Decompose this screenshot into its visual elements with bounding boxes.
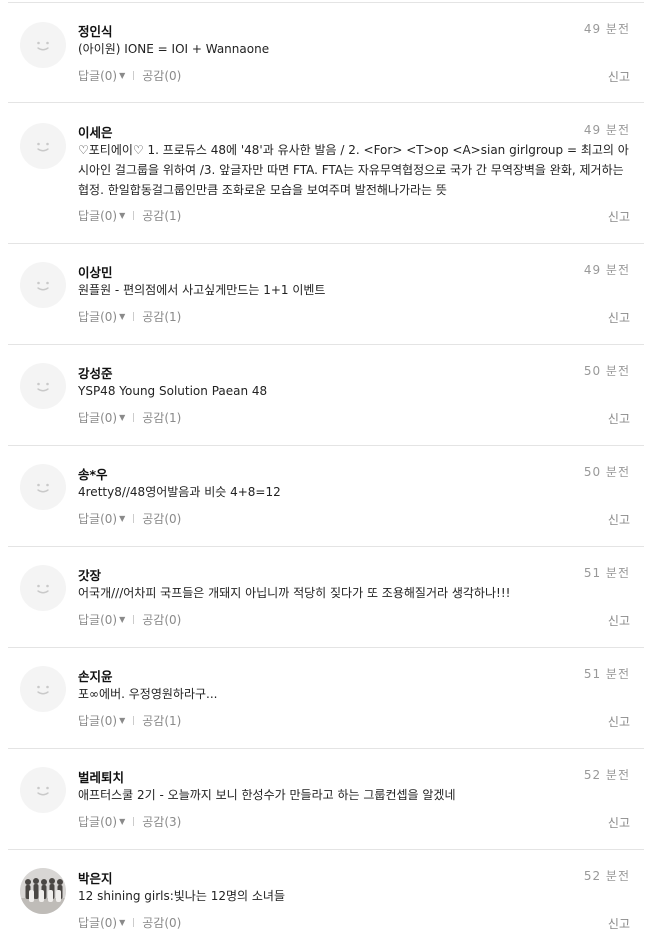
comment-time: 50 분전: [583, 465, 630, 479]
comment-time: 52 분전: [583, 869, 630, 883]
like-button[interactable]: 공감(0): [142, 611, 181, 628]
reply-button[interactable]: 답글(0): [78, 914, 117, 931]
report-button[interactable]: 신고: [608, 713, 630, 730]
comment-text: 12 shining girls:빛나는 12명의 소녀들: [78, 889, 285, 903]
default-face-icon[interactable]: [20, 123, 66, 169]
report-button[interactable]: 신고: [608, 612, 630, 629]
comment-item: 갓장 51 분전 어국개///어차피 국프들은 개돼지 아닙니까 적당히 짖다가…: [8, 547, 644, 647]
report-button[interactable]: 신고: [608, 68, 630, 85]
comment-time: 51 분전: [583, 566, 630, 580]
comment-author[interactable]: 벌레퇴치: [78, 767, 124, 786]
group-photo[interactable]: [20, 868, 66, 914]
default-face-icon[interactable]: [20, 767, 66, 813]
comment-actions: 답글(0) ▼ 공감(0): [78, 67, 181, 84]
caret-down-icon[interactable]: ▼: [119, 615, 125, 624]
separator: [133, 211, 135, 220]
reply-button[interactable]: 답글(0): [78, 611, 117, 628]
comment-text: 4retty8//48영어발음과 비슷 4+8=12: [78, 485, 281, 499]
comment-author[interactable]: 정인식: [78, 21, 113, 40]
caret-down-icon[interactable]: ▼: [119, 716, 125, 725]
comment-actions: 답글(0) ▼ 공감(1): [78, 308, 181, 325]
comment-actions: 답글(0) ▼ 공감(0): [78, 914, 181, 931]
default-face-icon[interactable]: [20, 565, 66, 611]
like-button[interactable]: 공감(3): [142, 813, 181, 830]
caret-down-icon[interactable]: ▼: [119, 817, 125, 826]
default-face-icon[interactable]: [20, 262, 66, 308]
comment-author[interactable]: 강성준: [78, 363, 113, 382]
comment-item: 이상민 49 분전 원플원 - 편의점에서 사고싶게만드는 1+1 이벤트 답글…: [8, 244, 644, 344]
comment-text: YSP48 Young Solution Paean 48: [78, 384, 268, 398]
comment-time: 51 분전: [583, 667, 630, 681]
comment-item: 이세은 49 분전 ♡포티에이♡ 1. 프로듀스 48에 '48'과 유사한 발…: [8, 103, 644, 243]
caret-down-icon[interactable]: ▼: [119, 413, 125, 422]
like-button[interactable]: 공감(0): [142, 67, 181, 84]
comment-actions: 답글(0) ▼ 공감(0): [78, 510, 181, 527]
separator: [133, 514, 135, 523]
like-button[interactable]: 공감(1): [142, 207, 181, 224]
comment-author[interactable]: 이세은: [78, 122, 113, 141]
reply-button[interactable]: 답글(0): [78, 207, 117, 224]
report-button[interactable]: 신고: [608, 511, 630, 528]
report-button[interactable]: 신고: [608, 410, 630, 427]
report-button[interactable]: 신고: [608, 814, 630, 831]
caret-down-icon[interactable]: ▼: [119, 312, 125, 321]
comment-author[interactable]: 손지윤: [78, 666, 113, 685]
comment-text: 원플원 - 편의점에서 사고싶게만드는 1+1 이벤트: [78, 283, 326, 297]
reply-button[interactable]: 답글(0): [78, 67, 117, 84]
caret-down-icon[interactable]: ▼: [119, 211, 125, 220]
separator: [133, 312, 135, 321]
report-button[interactable]: 신고: [608, 208, 630, 225]
comment-actions: 답글(0) ▼ 공감(0): [78, 611, 181, 628]
like-button[interactable]: 공감(0): [142, 914, 181, 931]
like-button[interactable]: 공감(1): [142, 409, 181, 426]
separator: [133, 71, 135, 80]
comment-text: (아이원) IONE = IOI + Wannaone: [78, 42, 270, 56]
comment-item: 송*우 50 분전 4retty8//48영어발음과 비슷 4+8=12 답글(…: [8, 446, 644, 546]
comment-author[interactable]: 이상민: [78, 262, 113, 281]
reply-button[interactable]: 답글(0): [78, 409, 117, 426]
separator: [133, 716, 135, 725]
default-face-icon[interactable]: [20, 22, 66, 68]
comment-time: 50 분전: [583, 364, 630, 378]
like-button[interactable]: 공감(0): [142, 510, 181, 527]
comment-text: ♡포티에이♡ 1. 프로듀스 48에 '48'과 유사한 발음 / 2. <Fo…: [78, 143, 629, 197]
reply-button[interactable]: 답글(0): [78, 712, 117, 729]
caret-down-icon[interactable]: ▼: [119, 918, 125, 927]
separator: [133, 817, 135, 826]
default-face-icon[interactable]: [20, 363, 66, 409]
comment-time: 49 분전: [583, 263, 630, 277]
reply-button[interactable]: 답글(0): [78, 510, 117, 527]
separator: [133, 615, 135, 624]
comment-item: 강성준 50 분전 YSP48 Young Solution Paean 48 …: [8, 345, 644, 445]
comment-actions: 답글(0) ▼ 공감(1): [78, 409, 181, 426]
comment-time: 52 분전: [583, 768, 630, 782]
report-button[interactable]: 신고: [608, 309, 630, 326]
comment-text: 포∞에버. 우정영원하라구...: [78, 687, 218, 701]
comment-author[interactable]: 박은지: [78, 868, 113, 887]
comment-actions: 답글(0) ▼ 공감(3): [78, 813, 181, 830]
reply-button[interactable]: 답글(0): [78, 813, 117, 830]
comment-time: 49 분전: [583, 123, 630, 137]
reply-button[interactable]: 답글(0): [78, 308, 117, 325]
comment-item: 손지윤 51 분전 포∞에버. 우정영원하라구... 답글(0) ▼ 공감(1) 신…: [8, 648, 644, 748]
comment-item: 박은지 52 분전 12 shining girls:빛나는 12명의 소녀들 …: [8, 850, 644, 950]
default-face-icon[interactable]: [20, 666, 66, 712]
like-button[interactable]: 공감(1): [142, 308, 181, 325]
default-face-icon[interactable]: [20, 464, 66, 510]
separator: [133, 918, 135, 927]
like-button[interactable]: 공감(1): [142, 712, 181, 729]
comment-text: 어국개///어차피 국프들은 개돼지 아닙니까 적당히 짖다가 또 조용해질거라…: [78, 586, 511, 600]
comment-item: 정인식 49 분전 (아이원) IONE = IOI + Wannaone 답글…: [8, 0, 644, 102]
comment-text: 애프터스쿨 2기 - 오늘까지 보니 한성수가 만들라고 하는 그룹컨셉을 알겠…: [78, 788, 456, 802]
comment-author[interactable]: 갓장: [78, 565, 101, 584]
report-button[interactable]: 신고: [608, 915, 630, 932]
comment-actions: 답글(0) ▼ 공감(1): [78, 207, 181, 224]
comment-item: 벌레퇴치 52 분전 애프터스쿨 2기 - 오늘까지 보니 한성수가 만들라고 …: [8, 749, 644, 849]
comment-author[interactable]: 송*우: [78, 464, 108, 483]
caret-down-icon[interactable]: ▼: [119, 71, 125, 80]
caret-down-icon[interactable]: ▼: [119, 514, 125, 523]
comment-time: 49 분전: [583, 22, 630, 36]
comment-actions: 답글(0) ▼ 공감(1): [78, 712, 181, 729]
separator: [133, 413, 135, 422]
